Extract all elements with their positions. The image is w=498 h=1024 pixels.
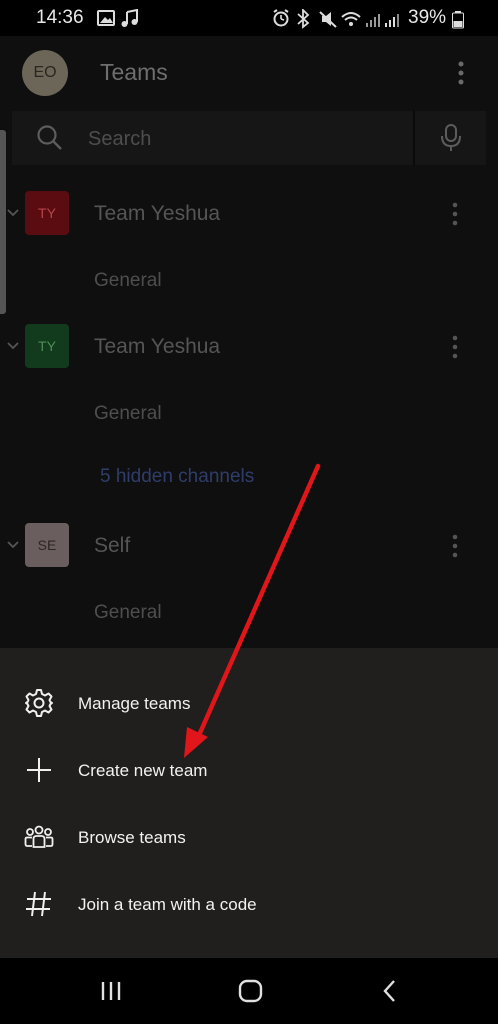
- battery-icon: [452, 11, 464, 29]
- browse-teams-option[interactable]: Browse teams: [0, 807, 498, 867]
- chevron-down-icon[interactable]: [7, 208, 19, 218]
- join-team-with-code-label: Join a team with a code: [78, 895, 257, 914]
- page-title: Teams: [100, 59, 168, 85]
- recent-apps-icon[interactable]: [100, 978, 124, 1004]
- status-time: 14:36: [36, 7, 84, 28]
- browse-teams-label: Browse teams: [78, 828, 186, 847]
- team-avatar: TY: [25, 324, 69, 368]
- chevron-down-icon[interactable]: [7, 540, 19, 550]
- system-status-icons: [273, 9, 399, 29]
- team-avatar: TY: [25, 191, 69, 235]
- create-new-team-option[interactable]: Create new team: [0, 740, 498, 800]
- channel-item[interactable]: General: [94, 270, 162, 292]
- hashtag-icon: [26, 891, 51, 917]
- team-avatar: SE: [25, 523, 69, 567]
- hidden-channels-link[interactable]: 5 hidden channels: [100, 466, 254, 488]
- team-more-icon[interactable]: [450, 202, 460, 226]
- chevron-down-icon[interactable]: [7, 341, 19, 351]
- manage-teams-option[interactable]: Manage teams: [0, 673, 498, 733]
- team-name[interactable]: Team Yeshua: [94, 335, 220, 359]
- battery-percent: 39%: [408, 7, 447, 28]
- people-icon: [24, 825, 54, 848]
- team-more-icon[interactable]: [450, 335, 460, 359]
- home-icon[interactable]: [237, 978, 265, 1004]
- gear-icon: [25, 689, 53, 717]
- status-bar: 14:36 39%: [0, 0, 498, 36]
- search-icon: [37, 125, 62, 150]
- join-team-with-code-option[interactable]: Join a team with a code: [0, 874, 498, 934]
- avatar[interactable]: EO: [22, 50, 68, 96]
- scroll-handle[interactable]: [0, 130, 6, 314]
- search-divider: [413, 111, 415, 165]
- channel-item[interactable]: General: [94, 403, 162, 425]
- channel-item[interactable]: General: [94, 602, 162, 624]
- team-name[interactable]: Self: [94, 534, 130, 558]
- create-new-team-label: Create new team: [78, 761, 208, 780]
- team-more-icon[interactable]: [450, 534, 460, 558]
- notification-icons: [97, 9, 138, 27]
- microphone-icon[interactable]: [440, 124, 462, 152]
- plus-icon: [27, 758, 51, 782]
- more-options-icon[interactable]: [456, 60, 466, 86]
- search-input[interactable]: [88, 127, 398, 151]
- manage-teams-label: Manage teams: [78, 694, 191, 713]
- back-icon[interactable]: [380, 978, 400, 1004]
- team-name[interactable]: Team Yeshua: [94, 202, 220, 226]
